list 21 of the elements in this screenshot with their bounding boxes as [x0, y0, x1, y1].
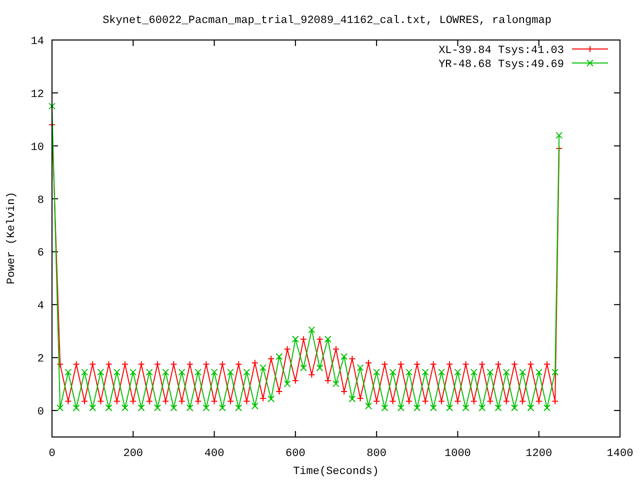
axis-tick-label: 8 [37, 194, 44, 207]
axis-tick-label: 1200 [526, 448, 552, 460]
axis-tick-label: 2 [37, 354, 44, 366]
legend-label: YR-48.68 Tsys:49.69 [438, 59, 564, 71]
axis-title: Time(Seconds) [293, 466, 379, 478]
axis-tick-label: 200 [123, 448, 144, 460]
axis-tick-label: 12 [30, 88, 44, 101]
axis-title: Power (Kelvin) [6, 192, 18, 284]
axis-tick-label: 1000 [444, 448, 471, 460]
axis-tick-label: 6 [37, 248, 44, 260]
axis-tick-label: 400 [204, 448, 224, 460]
axis-tick-label: 0 [37, 406, 44, 419]
legend-label: XL-39.84 Tsys:41.03 [438, 45, 564, 57]
axis-tick-label: 600 [286, 448, 306, 460]
chart-title: Skynet_60022_Pacman_map_trial_92089_41162_cal.txt, LOWRES, ralongmap [102, 15, 552, 27]
axis-tick-label: 10 [30, 142, 44, 154]
axis-tick-label: 800 [366, 448, 386, 460]
axis-tick-label: 1400 [606, 448, 634, 460]
axis-tick-label: 4 [37, 300, 44, 313]
axis-tick-label: 14 [30, 36, 44, 48]
axis-tick-label: 0 [48, 448, 56, 460]
